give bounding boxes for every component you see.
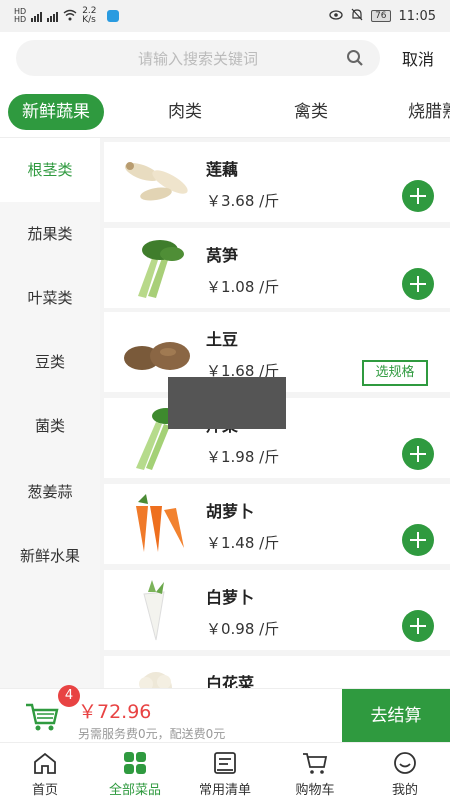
cart-count-badge: 4: [58, 685, 80, 707]
tab-meat[interactable]: 肉类: [168, 96, 202, 128]
potato-image: [124, 342, 190, 370]
tab-roast-meat[interactable]: 烧腊熟食: [408, 96, 450, 128]
clock-time: 11:05: [398, 8, 436, 24]
wifi-icon: [63, 9, 77, 24]
product-card-cauliflower[interactable]: 白花菜: [104, 656, 450, 688]
carrot-image: [136, 494, 184, 552]
nav-cart-label: 购物车: [295, 783, 335, 798]
checkout-button[interactable]: 去结算: [342, 689, 450, 743]
product-card-carrot[interactable]: 胡萝卜 ￥1.48 /斤: [104, 484, 450, 564]
nav-profile-label: 我的: [391, 783, 418, 798]
product-name: 莴笋: [206, 246, 239, 265]
add-to-cart-button[interactable]: [402, 180, 434, 212]
celtuce-image: [138, 240, 184, 298]
mute-bell-icon: [351, 8, 363, 25]
product-price: ￥1.98 /斤: [206, 448, 280, 466]
signal-icon-2: [47, 10, 59, 22]
sidebar-item-leafy-veg[interactable]: 叶菜类: [0, 266, 100, 330]
search-placeholder: 请输入搜索关键词: [137, 49, 258, 68]
smiley-icon: [394, 752, 416, 774]
search-row: 请输入搜索关键词 取消: [0, 32, 450, 84]
sidebar-item-fresh-fruit[interactable]: 新鲜水果: [0, 524, 100, 588]
status-right: 76 11:05: [329, 8, 436, 25]
search-icon[interactable]: [346, 49, 364, 71]
cart-fee-note: 另需服务费0元，配送费0元: [78, 727, 226, 741]
nav-all-dishes-label: 全部菜品: [108, 783, 161, 798]
tab-poultry[interactable]: 禽类: [294, 96, 328, 128]
lotus-root-image: [124, 162, 188, 201]
search-input[interactable]: 请输入搜索关键词: [16, 40, 380, 76]
nav-profile[interactable]: 我的: [360, 743, 450, 800]
add-to-cart-button[interactable]: [402, 438, 434, 470]
sidebar-item-fruiting-veg[interactable]: 茄果类: [0, 202, 100, 266]
network-icon: HD HD: [14, 7, 27, 24]
product-name: 白花菜: [206, 674, 255, 688]
product-card-celtuce[interactable]: 莴笋 ￥1.08 /斤: [104, 228, 450, 308]
sidebar-item-root-veg[interactable]: 根茎类: [0, 138, 100, 202]
speed-text: 2.2 K/s: [82, 6, 97, 25]
product-card-lotus-root[interactable]: 莲藕 ￥3.68 /斤: [104, 142, 450, 222]
add-to-cart-button[interactable]: [402, 610, 434, 642]
choose-spec-button[interactable]: 选规格: [362, 360, 428, 386]
bottom-nav: 首页 全部菜品 常用清单 购物车 我的: [0, 742, 450, 800]
nav-frequent-list[interactable]: 常用清单: [180, 743, 270, 800]
product-name: 莲藕: [206, 160, 239, 179]
product-price: ￥1.08 /斤: [206, 278, 280, 296]
add-to-cart-button[interactable]: [402, 524, 434, 556]
product-name: 白萝卜: [206, 588, 255, 607]
category-tabs: 新鲜蔬果 肉类 禽类 烧腊熟食: [0, 86, 450, 138]
signal-icon: [31, 10, 43, 22]
home-icon: [34, 752, 56, 774]
nav-frequent-list-label: 常用清单: [198, 783, 251, 798]
product-price: ￥3.68 /斤: [206, 192, 280, 210]
product-price: ￥0.98 /斤: [206, 620, 280, 638]
cart-icon[interactable]: [24, 701, 60, 733]
add-to-cart-button[interactable]: [402, 268, 434, 300]
sidebar-item-beans[interactable]: 豆类: [0, 330, 100, 394]
toast-overlay: [168, 377, 286, 429]
app-notification-icon: [107, 10, 120, 22]
grid-icon: [124, 752, 146, 774]
nav-home[interactable]: 首页: [0, 743, 90, 800]
white-radish-image: [143, 580, 165, 641]
subcategory-sidebar: 根茎类 茄果类 叶菜类 豆类 菌类 葱姜蒜 新鲜水果: [0, 138, 100, 688]
sidebar-item-mushrooms[interactable]: 菌类: [0, 394, 100, 458]
product-price: ￥1.48 /斤: [206, 534, 280, 552]
product-name: 土豆: [206, 330, 239, 349]
cauliflower-image: [139, 672, 172, 688]
cart-total: ￥72.96: [78, 701, 152, 723]
eye-icon: [329, 9, 343, 24]
product-name: 胡萝卜: [206, 502, 255, 521]
status-left: HD HD 2.2 K/s: [14, 6, 120, 25]
product-card-white-radish[interactable]: 白萝卜 ￥0.98 /斤: [104, 570, 450, 650]
cart-bar: 4 ￥72.96 另需服务费0元，配送费0元 去结算: [0, 685, 450, 743]
nav-cart[interactable]: 购物车: [270, 743, 360, 800]
status-bar: HD HD 2.2 K/s 76 11:05: [0, 0, 450, 32]
nav-all-dishes[interactable]: 全部菜品: [90, 743, 180, 800]
sidebar-item-aromatics[interactable]: 葱姜蒜: [0, 460, 100, 524]
tab-fresh-produce[interactable]: 新鲜蔬果: [8, 94, 104, 130]
battery-icon: 76: [371, 10, 391, 22]
nav-home-label: 首页: [31, 783, 58, 798]
list-icon: [214, 752, 236, 774]
cancel-button[interactable]: 取消: [402, 46, 434, 70]
shopping-cart-icon: [303, 753, 328, 774]
